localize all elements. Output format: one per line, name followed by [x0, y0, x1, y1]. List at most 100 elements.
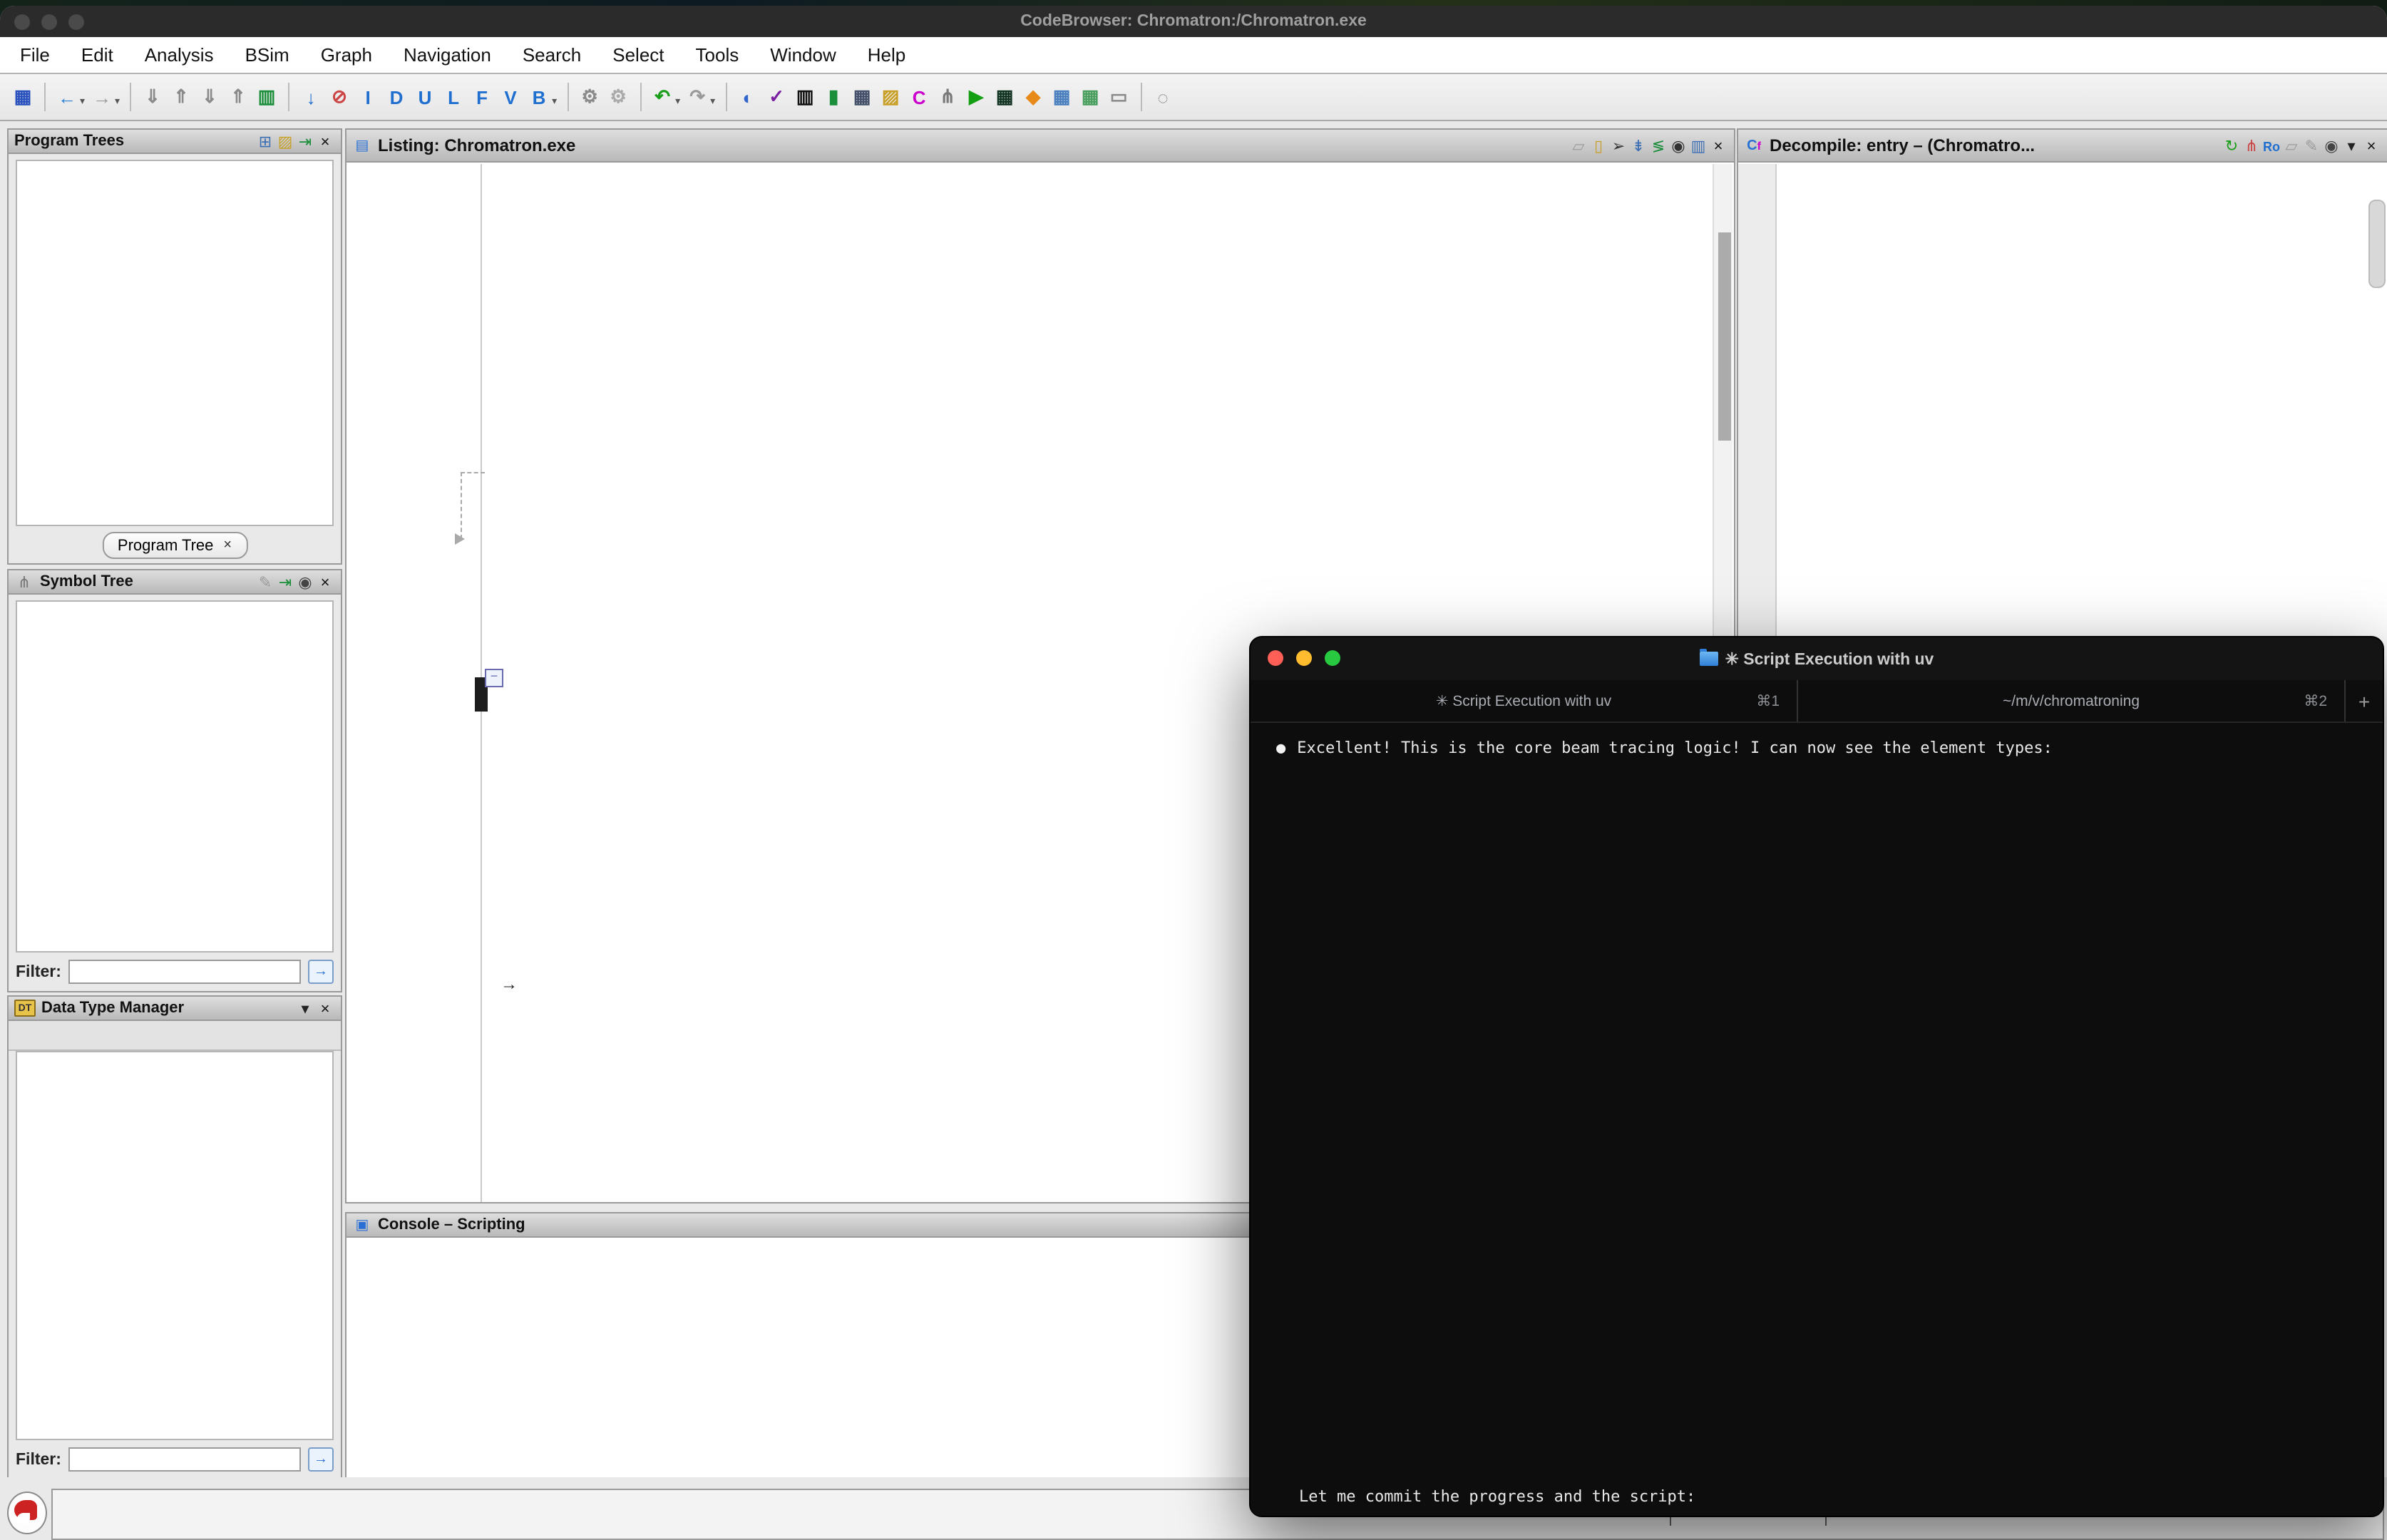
- close-window-icon[interactable]: [14, 14, 30, 29]
- restore-register-icon[interactable]: ⚙: [606, 85, 630, 109]
- validate-icon[interactable]: ✓: [764, 85, 789, 109]
- refresh-icon[interactable]: ↻: [2222, 137, 2242, 155]
- define-float-icon[interactable]: F: [470, 85, 494, 109]
- menu-graph[interactable]: Graph: [321, 44, 372, 66]
- minimize-window-icon[interactable]: [41, 14, 57, 29]
- dropdown-caret-icon[interactable]: ▾: [710, 96, 715, 107]
- open-folder-icon[interactable]: ▨: [275, 133, 295, 151]
- dropdown-caret-icon[interactable]: ▾: [115, 96, 120, 107]
- bytes-view-icon[interactable]: ▦: [850, 85, 874, 109]
- listing-scrollbar-thumb[interactable]: [1718, 232, 1731, 441]
- menu-tools[interactable]: Tools: [696, 44, 739, 66]
- forward-icon[interactable]: →: [90, 85, 114, 109]
- program-tree-tab[interactable]: Program Tree ×: [102, 532, 247, 559]
- terminal-body[interactable]: ●Excellent! This is the core beam tracin…: [1251, 722, 2383, 1516]
- filter-options-icon[interactable]: →: [308, 960, 334, 984]
- camera-icon[interactable]: ◉: [295, 573, 315, 592]
- close-icon[interactable]: ×: [1708, 138, 1728, 156]
- clear-highlight-icon[interactable]: ▭: [1107, 85, 1131, 109]
- run-script-icon[interactable]: ▶: [964, 85, 988, 109]
- symbol-tree-filter-input[interactable]: [68, 960, 301, 984]
- expand-fields-icon[interactable]: ⇟: [1628, 137, 1648, 155]
- menu-bsim[interactable]: BSim: [245, 44, 289, 66]
- close-icon[interactable]: ×: [315, 574, 335, 592]
- program-trees-header[interactable]: Program Trees ⊞▨⇥×: [9, 130, 341, 154]
- dropdown-caret-icon[interactable]: ▾: [675, 96, 680, 107]
- terminal-zoom-icon[interactable]: [1325, 650, 1340, 666]
- clear-code-icon[interactable]: ⇓: [140, 85, 165, 109]
- terminal-tab-2[interactable]: ~/m/v/chromatroning ⌘2: [1797, 680, 2344, 722]
- menu-caret-icon[interactable]: ▾: [2341, 137, 2361, 155]
- dtm-header[interactable]: DT Data Type Manager ▾×: [9, 997, 341, 1021]
- search-memory-icon[interactable]: ◌: [1151, 85, 1175, 109]
- graph-icon[interactable]: ⋔: [2242, 137, 2262, 155]
- menu-edit[interactable]: Edit: [81, 44, 113, 66]
- dropdown-caret-icon[interactable]: ▾: [552, 96, 557, 107]
- memory-map-icon[interactable]: ▦: [992, 85, 1017, 109]
- close-icon[interactable]: ×: [2361, 138, 2381, 156]
- decompile-header[interactable]: Cf Decompile: entry – (Chromatro... ↻⋔Ro…: [1738, 130, 2387, 163]
- pull-down-icon[interactable]: ↓: [299, 85, 323, 109]
- data-types-folder-icon[interactable]: ▨: [878, 85, 903, 109]
- camera-icon[interactable]: ◉: [2321, 137, 2341, 155]
- copy-icon[interactable]: ▱: [1569, 137, 1588, 155]
- edit-icon[interactable]: ✎: [255, 573, 275, 592]
- define-int-icon[interactable]: I: [356, 85, 380, 109]
- zoom-window-icon[interactable]: [68, 14, 84, 29]
- bookmark-icon[interactable]: ◆: [1021, 85, 1045, 109]
- filter-options-icon[interactable]: →: [308, 1447, 334, 1472]
- terminal-minimize-icon[interactable]: [1296, 650, 1312, 666]
- close-icon[interactable]: ×: [315, 133, 335, 152]
- import-icon[interactable]: ⇥: [275, 573, 295, 592]
- undo-icon[interactable]: ↶: [650, 85, 674, 109]
- decompiler-book-icon[interactable]: ▮: [821, 85, 846, 109]
- diff-icon[interactable]: ≶: [1648, 137, 1668, 155]
- binary-viewer-icon[interactable]: ▥: [793, 85, 817, 109]
- menu-caret-icon[interactable]: ▾: [295, 1000, 315, 1018]
- menu-select[interactable]: Select: [612, 44, 664, 66]
- define-byte-icon[interactable]: B: [527, 85, 551, 109]
- edit-icon[interactable]: ✎: [2301, 137, 2321, 155]
- menu-file[interactable]: File: [20, 44, 50, 66]
- ghidra-logo-icon[interactable]: [7, 1492, 47, 1534]
- define-double-icon[interactable]: D: [384, 85, 409, 109]
- margin-toggle-icon[interactable]: ▥: [1688, 137, 1708, 155]
- disassemble-up-icon[interactable]: ⇑: [226, 85, 250, 109]
- snapshot-icon[interactable]: ◉: [1668, 137, 1688, 155]
- menu-navigation[interactable]: Navigation: [404, 44, 491, 66]
- cursor-location-icon[interactable]: ➢: [1608, 137, 1628, 155]
- terminal-close-icon[interactable]: [1268, 650, 1283, 666]
- terminal-tab-1[interactable]: ✳ Script Execution with uv ⌘1: [1251, 680, 1797, 722]
- save-program-icon[interactable]: ▦: [11, 85, 35, 109]
- copy-icon[interactable]: ▱: [2281, 137, 2301, 155]
- paste-icon[interactable]: ▯: [1588, 137, 1608, 155]
- define-dword-icon[interactable]: V: [498, 85, 523, 109]
- listing-header[interactable]: ▤ Listing: Chromatron.exe ▱▯➢⇟≶◉▥×: [346, 130, 1734, 163]
- table-view-icon[interactable]: ▦: [1049, 85, 1074, 109]
- redo-icon[interactable]: ↷: [685, 85, 709, 109]
- dtm-filter-input[interactable]: [68, 1447, 301, 1472]
- new-tree-icon[interactable]: ⊞: [255, 133, 275, 151]
- dropdown-caret-icon[interactable]: ▾: [80, 96, 85, 107]
- assume-register-icon[interactable]: ⚙: [578, 85, 602, 109]
- clear-flow-icon[interactable]: ⇑: [169, 85, 193, 109]
- new-tab-button[interactable]: +: [2344, 680, 2383, 722]
- symbol-tree-header[interactable]: ⋔ Symbol Tree ✎⇥◉×: [9, 570, 341, 595]
- decompile-scrollbar-thumb[interactable]: [2368, 200, 2386, 288]
- close-icon[interactable]: ×: [315, 1000, 335, 1019]
- byte-viewer-toggle-icon[interactable]: ▥: [255, 85, 279, 109]
- back-icon[interactable]: ←: [55, 85, 79, 109]
- menu-help[interactable]: Help: [868, 44, 906, 66]
- menu-analysis[interactable]: Analysis: [145, 44, 214, 66]
- prohibit-icon[interactable]: ⊘: [327, 85, 351, 109]
- menu-window[interactable]: Window: [770, 44, 836, 66]
- auto-analyze-icon[interactable]: ◐: [736, 85, 760, 109]
- table-chooser-icon[interactable]: ▦: [1078, 85, 1102, 109]
- import-icon[interactable]: ⇥: [295, 133, 315, 151]
- disassemble-down-icon[interactable]: ⇓: [197, 85, 222, 109]
- define-long-icon[interactable]: L: [441, 85, 466, 109]
- menu-search[interactable]: Search: [523, 44, 581, 66]
- program-tree-tab-close-icon[interactable]: ×: [223, 538, 232, 553]
- create-function-icon[interactable]: C: [907, 85, 931, 109]
- function-call-graph-icon[interactable]: ⋔: [935, 85, 960, 109]
